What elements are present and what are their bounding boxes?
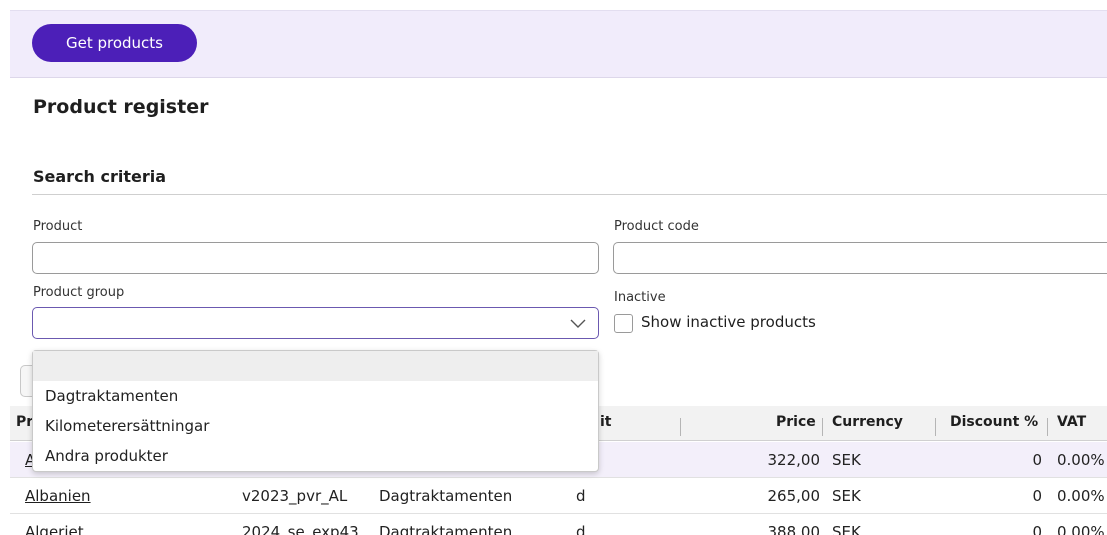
page-title: Product register xyxy=(33,96,209,118)
product-code-input[interactable] xyxy=(613,242,1107,274)
section-title: Search criteria xyxy=(33,167,167,186)
vat-cell: 0.00% xyxy=(1057,487,1105,505)
currency-cell: SEK xyxy=(832,487,861,505)
dropdown-option[interactable]: Dagtraktamenten xyxy=(33,381,598,411)
column-header-discount[interactable]: Discount % xyxy=(950,414,1038,430)
get-products-button[interactable]: Get products xyxy=(32,24,197,62)
table-row[interactable]: Algeriet 2024_se_exp43 Dagtraktamenten d… xyxy=(10,514,1107,535)
show-inactive-label[interactable]: Show inactive products xyxy=(641,313,816,331)
product-group-select[interactable] xyxy=(32,307,599,339)
price-cell: 388,00 xyxy=(767,523,821,535)
vat-cell: 0.00% xyxy=(1057,523,1105,535)
product-group-label: Product group xyxy=(33,285,125,300)
dropdown-option[interactable]: Kilometerersättningar xyxy=(33,411,598,441)
product-group-cell: Dagtraktamenten xyxy=(379,523,513,535)
discount-cell: 0 xyxy=(1032,451,1042,469)
toolbar: Get products xyxy=(10,10,1107,78)
section-divider xyxy=(32,194,1107,195)
show-inactive-checkbox[interactable] xyxy=(614,314,633,333)
product-code-label: Product code xyxy=(614,219,699,234)
product-link[interactable]: Albanien xyxy=(25,487,91,505)
column-header-product[interactable]: Pr xyxy=(16,414,33,430)
product-label: Product xyxy=(33,219,83,234)
product-group-cell: Dagtraktamenten xyxy=(379,487,513,505)
price-cell: 265,00 xyxy=(767,487,821,505)
price-cell: 322,00 xyxy=(767,451,821,469)
column-separator xyxy=(1047,418,1048,436)
inactive-label: Inactive xyxy=(614,290,666,305)
chevron-down-icon xyxy=(570,319,586,328)
column-separator xyxy=(822,418,823,436)
discount-cell: 0 xyxy=(1032,487,1042,505)
column-header-currency[interactable]: Currency xyxy=(832,414,903,430)
column-header-unit[interactable]: it xyxy=(600,414,612,430)
unit-cell: d xyxy=(576,487,586,505)
dropdown-option[interactable]: Andra produkter xyxy=(33,441,598,471)
column-header-price[interactable]: Price xyxy=(776,414,816,430)
column-header-vat[interactable]: VAT xyxy=(1057,414,1086,430)
product-input[interactable] xyxy=(32,242,599,274)
product-group-dropdown: Dagtraktamenten Kilometerersättningar An… xyxy=(32,350,599,472)
dropdown-option-empty[interactable] xyxy=(33,351,598,381)
column-separator xyxy=(680,418,681,436)
currency-cell: SEK xyxy=(832,451,861,469)
table-row[interactable]: Albanien v2023_pvr_AL Dagtraktamenten d … xyxy=(10,478,1107,514)
product-code-cell: 2024_se_exp43 xyxy=(242,523,359,535)
column-separator xyxy=(935,418,936,436)
product-code-cell: v2023_pvr_AL xyxy=(242,487,348,505)
product-link[interactable]: Algeriet xyxy=(25,523,84,535)
discount-cell: 0 xyxy=(1032,523,1042,535)
currency-cell: SEK xyxy=(832,523,861,535)
unit-cell: d xyxy=(576,523,586,535)
vat-cell: 0.00% xyxy=(1057,451,1105,469)
